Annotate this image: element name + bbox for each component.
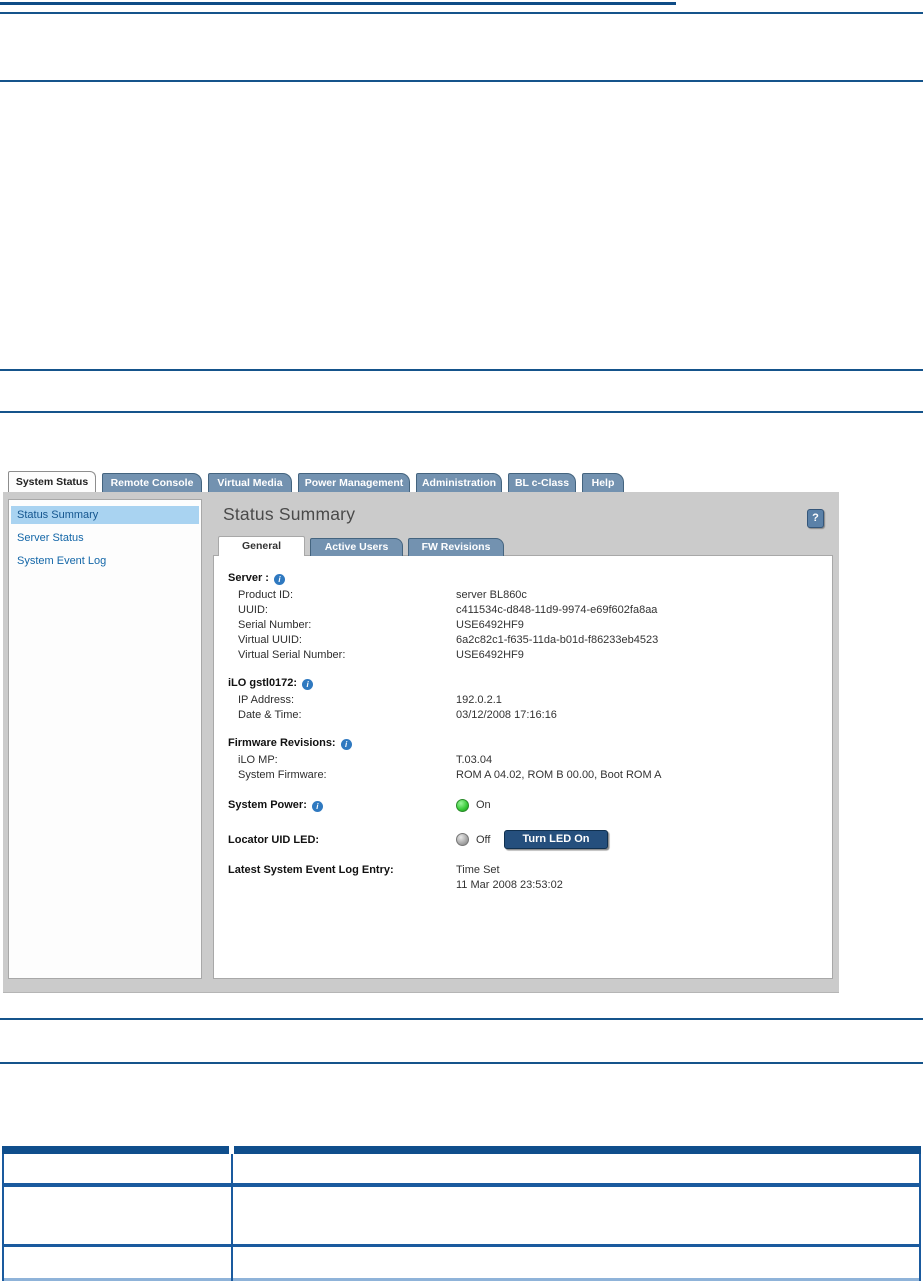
latest-log-label: Latest System Event Log Entry: xyxy=(228,864,394,876)
table-row xyxy=(4,1154,919,1187)
table-row xyxy=(4,1247,919,1281)
firmware-section-heading: Firmware Revisions: i xyxy=(228,737,832,752)
locator-uid-row: Locator UID LED: Off Turn LED On xyxy=(228,830,832,849)
field-value: server BL860c xyxy=(456,588,527,601)
lower-rule-1 xyxy=(0,1018,923,1020)
server-section: Server : i Product ID: server BL860c UUID:… xyxy=(228,572,832,662)
sub-tab-bar: General Active Users FW Revisions xyxy=(218,536,509,556)
sidebar-item-system-event-log[interactable]: System Event Log xyxy=(11,552,199,570)
general-tab-content: Server : i Product ID: server BL860c UUID:… xyxy=(213,555,833,979)
system-power-label: System Power: i xyxy=(228,799,456,812)
field-label: System Firmware: xyxy=(238,768,327,781)
system-power-row: System Power: i On xyxy=(228,797,832,813)
sidebar-item-server-status[interactable]: Server Status xyxy=(11,529,199,547)
field-label: IP Address: xyxy=(238,693,295,706)
info-icon[interactable]: i xyxy=(273,574,285,585)
tab-power-management[interactable]: Power Management xyxy=(298,473,410,492)
tab-active-users[interactable]: Active Users xyxy=(310,538,403,556)
main-panel: Status Summary ? General Active Users FW… xyxy=(213,499,833,979)
sidebar: Status Summary Server Status System Even… xyxy=(8,499,202,979)
bottom-table xyxy=(2,1146,921,1284)
ilo-section-heading: iLO gstl0172: i xyxy=(228,677,832,692)
field-label: Product ID: xyxy=(238,588,294,601)
top-partial-rule xyxy=(0,2,676,5)
nav-tab-bar: System Status Remote Console Virtual Med… xyxy=(3,471,839,492)
field-value: 192.0.2.1 xyxy=(456,693,502,706)
field-value: 6a2c82c1-f635-11da-b01d-f86233eb4523 xyxy=(456,633,659,646)
field-label: iLO MP: xyxy=(238,753,278,766)
power-led-on-icon xyxy=(456,798,469,812)
field-value: USE6492HF9 xyxy=(456,618,524,631)
table-header-row xyxy=(2,1146,921,1154)
field-label: Serial Number: xyxy=(238,618,312,631)
content-band: Status Summary Server Status System Even… xyxy=(3,492,839,993)
info-icon[interactable]: i xyxy=(340,739,352,750)
table-body xyxy=(2,1154,921,1281)
tab-fw-revisions[interactable]: FW Revisions xyxy=(408,538,504,556)
locator-uid-status: Off xyxy=(476,833,491,846)
tab-help[interactable]: Help xyxy=(582,473,624,492)
help-button[interactable]: ? xyxy=(807,509,824,528)
field-value: T.03.04 xyxy=(456,753,493,766)
field-value: c411534c-d848-11d9-9974-e69f602fa8aa xyxy=(456,603,658,616)
sidebar-item-status-summary[interactable]: Status Summary xyxy=(11,506,199,524)
tab-system-status[interactable]: System Status xyxy=(8,471,96,492)
lower-rule-2 xyxy=(0,1062,923,1064)
tab-general[interactable]: General xyxy=(218,536,305,556)
field-label: UUID: xyxy=(238,603,268,616)
field-label: Date & Time: xyxy=(238,708,302,721)
tab-remote-console[interactable]: Remote Console xyxy=(102,473,202,492)
field-value: 03/12/2008 17:16:16 xyxy=(456,708,557,721)
system-power-status: On xyxy=(476,799,491,811)
table-header-cell xyxy=(234,1146,921,1154)
firmware-section: Firmware Revisions: i iLO MP: T.03.04 Syst… xyxy=(228,737,832,782)
mid-rule-2 xyxy=(0,411,923,413)
field-value: ROM A 04.02, ROM B 00.00, Boot ROM A xyxy=(456,768,662,781)
tab-virtual-media[interactable]: Virtual Media xyxy=(208,473,292,492)
tab-bl-c-class[interactable]: BL c-Class xyxy=(508,473,576,492)
tab-administration[interactable]: Administration xyxy=(416,473,502,492)
locator-uid-label: Locator UID LED: xyxy=(228,833,320,846)
firmware-heading-label: Firmware Revisions: xyxy=(228,737,336,749)
ilo-heading-label: iLO gstl0172: xyxy=(228,677,298,689)
uid-led-off-icon xyxy=(456,833,469,846)
turn-led-on-button[interactable]: Turn LED On xyxy=(504,830,608,849)
ilo-section: iLO gstl0172: i IP Address: 192.0.2.1 Date… xyxy=(228,677,832,722)
server-section-heading: Server : i xyxy=(228,572,832,587)
latest-log-line1: Time Set xyxy=(456,864,500,876)
server-heading-label: Server : xyxy=(228,572,269,584)
system-power-text: System Power: xyxy=(228,798,307,811)
info-icon[interactable]: i xyxy=(302,679,314,690)
field-label: Virtual Serial Number: xyxy=(238,648,346,661)
page-title: Status Summary xyxy=(223,504,356,524)
table-row xyxy=(4,1187,919,1247)
ilo-screenshot: System Status Remote Console Virtual Med… xyxy=(3,471,839,993)
latest-log-value: Time Set 11 Mar 2008 23:53:02 xyxy=(456,864,563,894)
table-column-divider xyxy=(231,1154,233,1281)
field-value: USE6492HF9 xyxy=(456,648,524,661)
latest-log-line2: 11 Mar 2008 23:53:02 xyxy=(456,879,563,891)
info-icon[interactable]: i xyxy=(311,800,323,812)
table-header-cell xyxy=(2,1146,229,1154)
mid-rule-1 xyxy=(0,369,923,371)
latest-log-row: Latest System Event Log Entry: Time Set … xyxy=(228,864,832,894)
header-rule-1 xyxy=(0,12,923,14)
field-label: Virtual UUID: xyxy=(238,633,302,646)
header-rule-2 xyxy=(0,80,923,82)
